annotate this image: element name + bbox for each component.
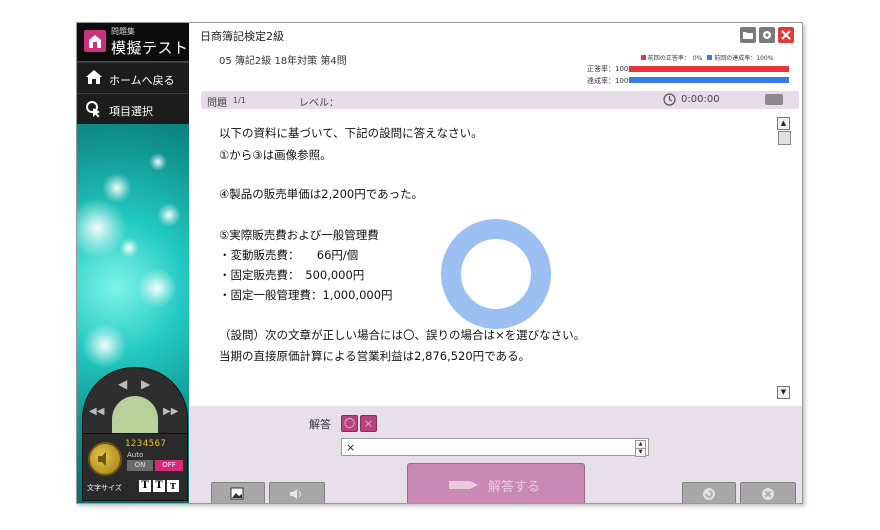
correct-rate-bar [629, 66, 789, 72]
scroll-up-arrow[interactable]: ▲ [777, 117, 790, 130]
question-header: 05 簿記2級 18年対策 第4問 前回の正答率： 0% 前回の達成率：100%… [189, 47, 802, 91]
item-select-button[interactable]: 項目選択 [77, 93, 189, 124]
cursor-select-icon [85, 100, 103, 121]
answer-value: × [346, 441, 356, 454]
font-size-small-button[interactable]: T [167, 480, 179, 492]
legend-prev-achieve: 前回の達成率：100% [714, 55, 774, 62]
legend-achieve-swatch [707, 55, 713, 60]
submit-answer-button[interactable]: 解答する [407, 463, 585, 503]
sparkle-decoration [82, 323, 127, 368]
undo-icon [703, 488, 715, 500]
answer-label: 解答 [309, 418, 331, 431]
retry-button[interactable] [682, 482, 736, 503]
loading-ring-icon [441, 219, 551, 329]
font-size-medium-button[interactable]: T [153, 480, 165, 492]
settings-gear-icon[interactable] [759, 27, 775, 43]
image-icon [230, 487, 244, 500]
question-content: 以下の資料に基づいて、下記の設問に答えなさい。 ①から③は画像参照。 ④製品の販… [189, 109, 802, 406]
correct-rate-label: 正答率：100% [587, 65, 636, 73]
close-icon[interactable] [778, 27, 794, 43]
window-title: 日商簿記検定2級 [200, 30, 284, 43]
select-down-arrow[interactable]: ▼ [635, 448, 646, 457]
content-line: 以下の資料に基づいて、下記の設問に答えなさい。 [219, 126, 483, 140]
legend-correct-swatch [641, 55, 646, 60]
home-icon [85, 69, 103, 88]
submit-label: 解答する [488, 480, 541, 495]
auto-off-button[interactable]: OFF [155, 460, 183, 471]
sparkle-decoration [102, 173, 132, 203]
font-size-label: 文字サイズ [87, 484, 122, 492]
main-panel: 日商簿記検定2級 05 簿記2級 18年対策 第4問 前回の正答率： 0% 前回… [189, 23, 802, 503]
font-size-large-button[interactable]: T [139, 480, 151, 492]
folder-button[interactable] [740, 27, 756, 43]
item-select-label: 項目選択 [109, 105, 153, 118]
question-set-title: 05 簿記2級 18年対策 第4問 [219, 56, 347, 67]
content-line: ④製品の販売単価は2,200円であった。 [219, 187, 424, 201]
next-arrow-icon[interactable]: ▶ [141, 377, 150, 391]
home-label: ホームへ戻る [109, 74, 175, 87]
sidebar: 問題集 模擬テスト ホームへ戻る 項目選択 ◀ ▶ ◀◀ ▶▶ 1234567 … [77, 23, 189, 503]
content-line: ・変動販売費： 66円/個 [219, 248, 359, 262]
logo-title: 模擬テスト [111, 39, 189, 57]
content-line: 当期の直接原価計算による営業利益は2,876,520円である。 [219, 349, 531, 363]
achieve-rate-label: 達成率：100% [587, 77, 636, 85]
app-logo: 問題集 模擬テスト [77, 23, 189, 61]
scroll-thumb[interactable] [778, 131, 791, 145]
navigation-dial: ◀ ▶ ◀◀ ▶▶ [82, 367, 188, 440]
auto-toggle: ON OFF [127, 460, 183, 471]
question-bar: 問題 1/1 レベル： 0:00:00 [201, 91, 799, 109]
image-view-button[interactable] [211, 482, 265, 503]
speed-digits[interactable]: 1234567 [125, 439, 166, 449]
playback-controls: ◀ ▶ ◀◀ ▶▶ 1234567 Auto ON OFF 文字サイズ T T [82, 367, 188, 501]
app-window: 問題集 模擬テスト ホームへ戻る 項目選択 ◀ ▶ ◀◀ ▶▶ 1234567 … [76, 22, 803, 504]
answer-panel: 解答 〇 × × ▲ ▼ 解答する [189, 406, 802, 503]
level-label: レベル： [299, 98, 339, 109]
sparkle-decoration [157, 203, 181, 227]
pencil-icon [449, 481, 478, 489]
prev-arrow-icon[interactable]: ◀ [118, 377, 127, 391]
question-count: 1/1 [233, 96, 246, 105]
content-scrollbar[interactable]: ▲ ▼ [777, 117, 791, 401]
sound-button[interactable] [269, 482, 325, 503]
building-icon [84, 30, 106, 52]
question-label: 問題 [207, 98, 227, 109]
clock-icon [663, 93, 676, 109]
sparkle-decoration [119, 238, 139, 258]
fast-forward-icon[interactable]: ▶▶ [163, 406, 178, 417]
window-layout-icon[interactable] [765, 94, 783, 105]
rate-legend: 前回の正答率： 0% 前回の達成率：100% [641, 53, 773, 62]
home-button[interactable]: ホームへ戻る [77, 62, 189, 93]
auto-label: Auto [127, 451, 144, 459]
content-line: ①から③は画像参照。 [219, 148, 332, 162]
timer: 0:00:00 [681, 94, 720, 105]
control-box: 1234567 Auto ON OFF 文字サイズ T T T [82, 433, 188, 501]
cancel-button[interactable] [740, 482, 796, 503]
content-line: ⑤実際販売費および一般管理費 [219, 228, 379, 242]
cancel-icon [762, 488, 774, 500]
content-line: ・固定一般管理費：1,000,000円 [219, 288, 393, 302]
sparkle-decoration [149, 153, 167, 171]
answer-select[interactable]: × ▲ ▼ [341, 438, 649, 457]
achieve-rate-bar [629, 77, 789, 83]
rewind-icon[interactable]: ◀◀ [89, 406, 104, 417]
audio-coin-icon[interactable] [88, 442, 122, 476]
auto-on-button[interactable]: ON [127, 460, 153, 471]
content-line: ・固定販売費： 500,000円 [219, 268, 365, 282]
scroll-down-arrow[interactable]: ▼ [777, 386, 790, 399]
legend-prev-correct: 前回の正答率： 0% [647, 55, 703, 62]
logo-subtitle: 問題集 [111, 27, 135, 36]
answer-cross-button[interactable]: × [360, 415, 377, 432]
answer-circle-button[interactable]: 〇 [341, 415, 358, 432]
sparkle-decoration [137, 268, 177, 308]
speaker-icon [290, 489, 301, 499]
title-bar: 日商簿記検定2級 [189, 23, 802, 47]
